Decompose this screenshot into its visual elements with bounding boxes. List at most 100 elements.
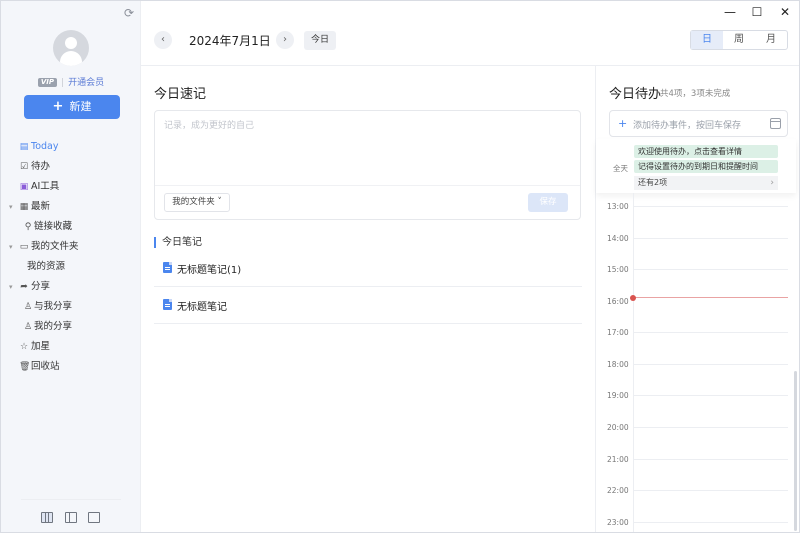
link-icon: ⚲	[24, 222, 32, 232]
sidebar-item-label: 回收站	[31, 361, 60, 372]
sidebar-item-link-collection[interactable]: ⚲ 链接收藏	[1, 217, 141, 237]
hour-line	[633, 490, 788, 491]
sidebar-item-label: Today	[31, 141, 59, 152]
quicknote-editor[interactable]: 记录，成为更好的自己 我的文件夹 ˅ 保存	[154, 110, 581, 220]
all-day-label: 全天	[613, 164, 628, 173]
header-divider	[141, 65, 799, 66]
checkbox-icon: ☑	[19, 162, 29, 172]
chevron-down-icon: ˅	[214, 197, 222, 207]
more-events-row[interactable]: 还有2项 ›	[634, 176, 778, 190]
add-todo-input[interactable]: + 添加待办事件，按回车保存	[609, 110, 788, 137]
hour-label: 15:00	[607, 265, 629, 274]
sidebar-item-my-shares[interactable]: ♙ 我的分享	[1, 317, 141, 337]
user-icon: ♙	[23, 302, 33, 312]
tab-week[interactable]: 周	[723, 31, 755, 49]
sidebar-divider	[21, 499, 121, 500]
sidebar-item-my-resources[interactable]: 我的资源	[1, 257, 141, 277]
tab-day[interactable]: 日	[691, 31, 723, 49]
ai-icon: ▣	[19, 182, 29, 192]
quicknote-input[interactable]: 记录，成为更好的自己	[164, 118, 254, 131]
hour-label: 22:00	[607, 486, 629, 495]
next-day-button[interactable]: ›	[276, 31, 294, 49]
calendar-icon: ▤	[19, 142, 29, 152]
note-title: 无标题笔记(1)	[177, 265, 242, 276]
quicknote-title: 今日速记	[154, 87, 207, 102]
sidebar-item-label: 我的资源	[27, 261, 66, 272]
today-button[interactable]: 今日	[304, 31, 336, 50]
user-icon: ♙	[23, 322, 33, 332]
two-column-layout-icon[interactable]	[65, 512, 77, 523]
sidebar: ⟳ VIP|开通会员 + 新建 ▤ Today ☑ 待办 ▣ AI工具 ▾	[1, 1, 141, 532]
folder-select-label: 我的文件夹	[172, 197, 215, 207]
sidebar-item-today[interactable]: ▤ Today	[1, 137, 141, 157]
new-button-label: 新建	[69, 100, 92, 113]
todo-title: 今日待办	[609, 87, 662, 102]
chevron-down-icon[interactable]: ▾	[9, 197, 13, 217]
avatar[interactable]	[53, 30, 89, 66]
sidebar-item-recent[interactable]: ▾ ▦ 最新	[1, 197, 141, 217]
vip-row: VIP | 开通会员	[1, 75, 141, 88]
todo-event[interactable]: 记得设置待办的到期日和提醒时间	[634, 160, 778, 173]
hour-line	[633, 522, 788, 523]
maximize-button[interactable]: ☐	[750, 5, 764, 19]
tab-month[interactable]: 月	[755, 31, 787, 49]
all-day-section: 全天 欢迎使用待办，点击查看详情 记得设置待办的到期日和提醒时间 还有2项 ›	[596, 139, 796, 193]
note-title: 无标题笔记	[177, 302, 227, 313]
hour-label: 13:00	[607, 202, 629, 211]
chevron-down-icon[interactable]: ▾	[9, 237, 13, 257]
sidebar-item-todo[interactable]: ☑ 待办	[1, 157, 141, 177]
hour-label: 16:00	[607, 297, 629, 306]
scrollbar[interactable]	[794, 371, 797, 531]
calendar-icon[interactable]	[770, 118, 781, 129]
sidebar-item-label: 与我分享	[34, 301, 73, 312]
sidebar-item-label: 我的分享	[34, 321, 73, 332]
new-button[interactable]: + 新建	[24, 95, 120, 119]
open-vip-link[interactable]: 开通会员	[68, 78, 104, 88]
minimize-button[interactable]: —	[723, 5, 737, 19]
document-icon	[163, 299, 172, 310]
sync-icon[interactable]: ⟳	[122, 6, 136, 20]
close-button[interactable]: ✕	[778, 5, 792, 19]
grid-icon: ▦	[19, 202, 29, 212]
note-list-item[interactable]: 无标题笔记(1)	[154, 250, 582, 287]
add-todo-placeholder: 添加待办事件，按回车保存	[633, 121, 742, 131]
todo-summary: 共4项，3项未完成	[660, 89, 731, 99]
share-icon: ➦	[20, 282, 28, 292]
folder-select[interactable]: 我的文件夹 ˅	[164, 193, 230, 212]
todo-event[interactable]: 欢迎使用待办，点击查看详情	[634, 145, 778, 158]
time-axis-line	[633, 193, 634, 532]
today-notes-heading: 今日笔记	[154, 237, 202, 248]
prev-day-button[interactable]: ‹	[154, 31, 172, 49]
hour-line	[633, 206, 788, 207]
sidebar-item-my-folders[interactable]: ▾ ▭ 我的文件夹	[1, 237, 141, 257]
hour-line	[633, 269, 788, 270]
note-list-item[interactable]: 无标题笔记	[154, 287, 582, 324]
hour-line	[633, 395, 788, 396]
hour-label: 21:00	[607, 455, 629, 464]
panel-divider	[595, 66, 596, 532]
document-icon	[163, 262, 172, 273]
sidebar-item-label: 最新	[31, 201, 51, 212]
hour-label: 23:00	[607, 518, 629, 527]
sidebar-item-starred[interactable]: ☆ 加星	[1, 337, 141, 357]
chevron-down-icon[interactable]: ▾	[9, 277, 13, 297]
more-events-label: 还有2项	[638, 178, 668, 187]
sidebar-item-share[interactable]: ▾ ➦ 分享	[1, 277, 141, 297]
sidebar-item-label: 链接收藏	[34, 221, 73, 232]
star-icon: ☆	[19, 342, 29, 352]
hour-label: 18:00	[607, 360, 629, 369]
sidebar-item-ai-tools[interactable]: ▣ AI工具	[1, 177, 141, 197]
chevron-right-icon: ›	[770, 178, 774, 188]
sidebar-item-shared-with-me[interactable]: ♙ 与我分享	[1, 297, 141, 317]
sidebar-item-trash[interactable]: 🗑 回收站	[1, 357, 141, 377]
hour-line	[633, 459, 788, 460]
save-button[interactable]: 保存	[528, 193, 568, 212]
hour-label: 14:00	[607, 234, 629, 243]
sidebar-item-label: AI工具	[31, 181, 60, 192]
vip-badge: VIP	[37, 78, 58, 87]
current-time-dot	[630, 295, 636, 301]
single-column-layout-icon[interactable]	[88, 512, 100, 523]
three-column-layout-icon[interactable]	[41, 512, 53, 523]
hour-line	[633, 238, 788, 239]
hour-label: 19:00	[607, 391, 629, 400]
